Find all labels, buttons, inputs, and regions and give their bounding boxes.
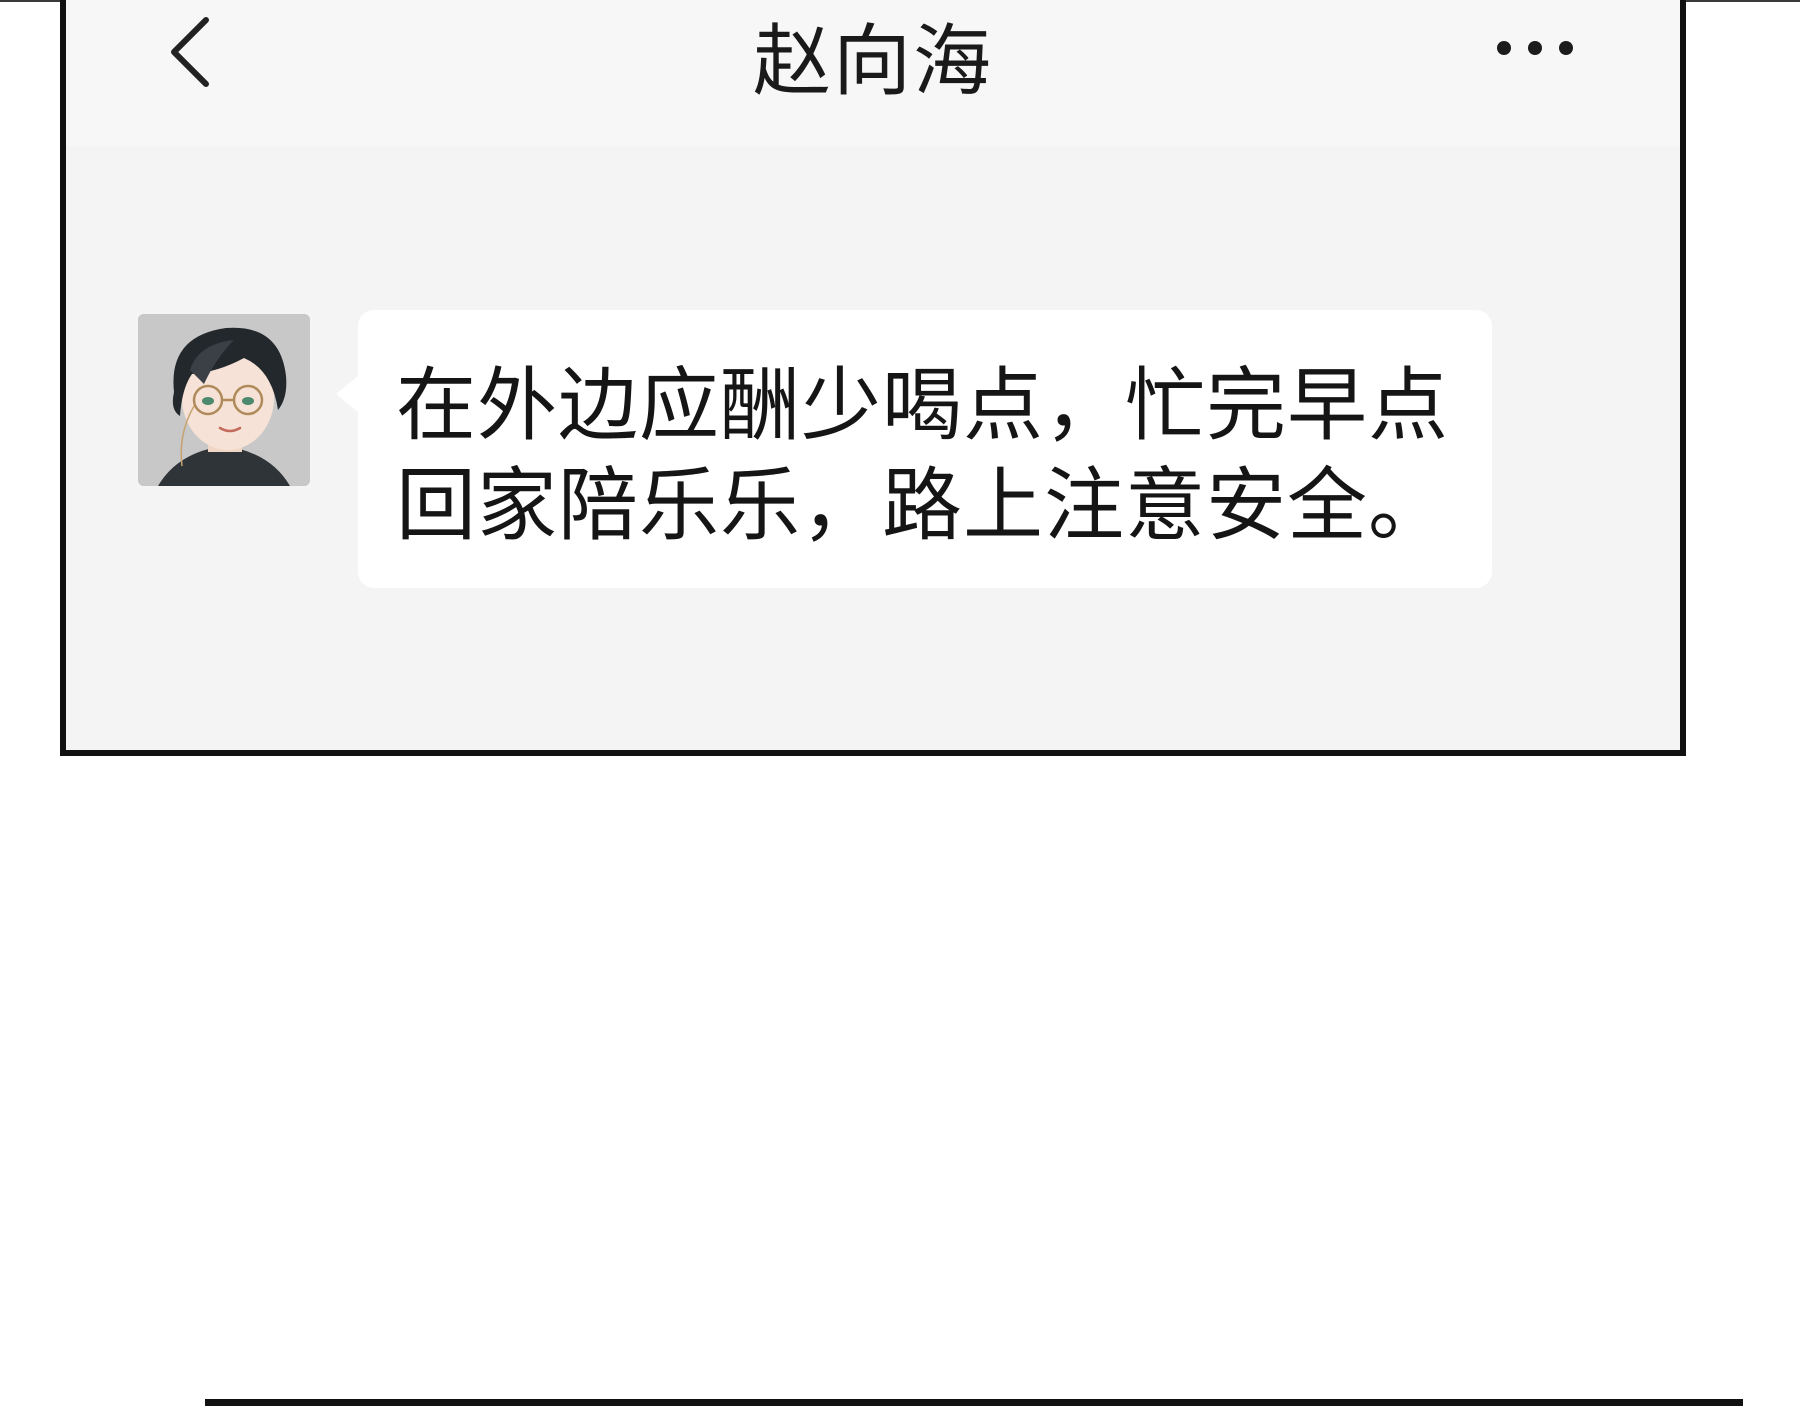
message-text: 在外边应酬少喝点，忙完早点 回家陪乐乐，路上注意安全。 [396,359,1449,552]
phone-chat-panel: 赵向海 在外边应酬少喝点，忙完早点 回家陪乐乐，路上注意安全。 [60,0,1686,756]
avatar-portrait-image [138,314,310,486]
message-bubble[interactable]: 在外边应酬少喝点，忙完早点 回家陪乐乐，路上注意安全。 [336,310,1492,588]
chat-title: 赵向海 [752,17,993,107]
next-panel-border [205,1399,1743,1406]
ellipsis-icon [1497,41,1573,55]
chat-message-area[interactable]: 在外边应酬少喝点，忙完早点 回家陪乐乐，路上注意安全。 [66,146,1680,750]
avatar[interactable] [138,314,310,486]
chat-header: 赵向海 [66,0,1680,146]
more-options-button[interactable] [1480,20,1590,76]
